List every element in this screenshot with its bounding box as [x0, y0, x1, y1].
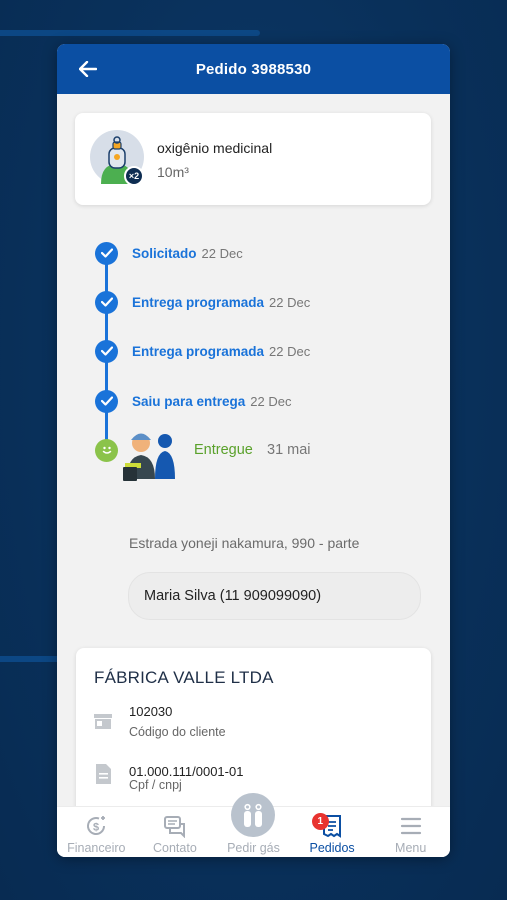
notification-badge: 1 [311, 813, 329, 830]
document-number: 01.000.111/0001-01 [129, 764, 244, 779]
product-card: ×2 oxigênio medicinal 10m³ [75, 113, 431, 205]
menu-icon [398, 813, 424, 839]
timeline-step-label: Entrega programada [132, 343, 265, 359]
check-circle-icon [95, 290, 118, 314]
contact-field: Maria Silva (11 909099090) [128, 572, 421, 620]
gas-cylinders-icon [231, 793, 276, 837]
timeline-step: Entrega programada 22 Dec [95, 290, 310, 314]
delivered-date: 31 mai [267, 442, 311, 458]
money-icon: $ [83, 813, 109, 839]
delivered-status: Entregue [194, 442, 253, 458]
bottom-tab-bar: $ Financeiro Contato Pedir gás 1 Pedidos… [57, 793, 450, 857]
smile-icon [95, 438, 118, 462]
document-label: Cpf / cnpj [129, 778, 182, 792]
product-name: oxigênio medicinal [157, 140, 273, 156]
timeline-step: Saiu para entrega 22 Dec [95, 389, 292, 413]
chat-icon [162, 813, 188, 839]
background-stripe [0, 656, 60, 662]
tab-contato[interactable]: Contato [136, 807, 215, 857]
document-icon [92, 763, 114, 785]
arrow-left-icon [79, 61, 97, 77]
tab-menu[interactable]: Menu [371, 807, 450, 857]
tab-pedir-gas[interactable]: Pedir gás [214, 793, 293, 857]
background-stripe [0, 30, 260, 36]
timeline-step-delivered [95, 438, 118, 462]
client-code-label: Código do cliente [129, 725, 226, 739]
quantity-badge: ×2 [124, 166, 144, 186]
check-circle-icon [95, 339, 118, 363]
header: Pedido 3988530 [57, 44, 450, 94]
timeline-step-date: 22 Dec [201, 245, 243, 261]
product-volume: 10m³ [157, 164, 189, 180]
tab-label: Financeiro [67, 841, 126, 855]
timeline-step-date: 22 Dec [269, 343, 311, 359]
timeline-step-label: Solicitado [132, 245, 197, 261]
timeline-step: Entrega programada 22 Dec [95, 339, 310, 363]
tab-label: Pedir gás [227, 841, 280, 855]
timeline-step: Solicitado 22 Dec [95, 241, 243, 265]
tab-label: Pedidos [309, 841, 355, 855]
store-icon [92, 710, 114, 732]
delivery-person-icon [121, 421, 183, 481]
tab-financeiro[interactable]: $ Financeiro [57, 807, 136, 857]
client-code: 102030 [129, 704, 173, 719]
app-window: Pedido 3988530 ×2 oxigênio medicinal 10m… [57, 44, 450, 857]
timeline-step-date: 22 Dec [250, 393, 292, 409]
tab-label: Menu [395, 841, 427, 855]
svg-text:$: $ [93, 822, 99, 834]
timeline-step-label: Entrega programada [132, 294, 265, 310]
delivery-address: Estrada yoneji nakamura, 990 - parte [129, 535, 360, 551]
tab-label: Contato [153, 841, 197, 855]
timeline-step-date: 22 Dec [269, 294, 311, 310]
page-title: Pedido 3988530 [195, 60, 312, 78]
tab-pedidos[interactable]: 1 Pedidos [293, 807, 372, 857]
check-circle-icon [95, 389, 118, 413]
timeline-step-label: Saiu para entrega [132, 393, 246, 409]
company-name: FÁBRICA VALLE LTDA [94, 668, 274, 687]
check-circle-icon [95, 241, 118, 265]
back-button[interactable] [75, 56, 101, 82]
